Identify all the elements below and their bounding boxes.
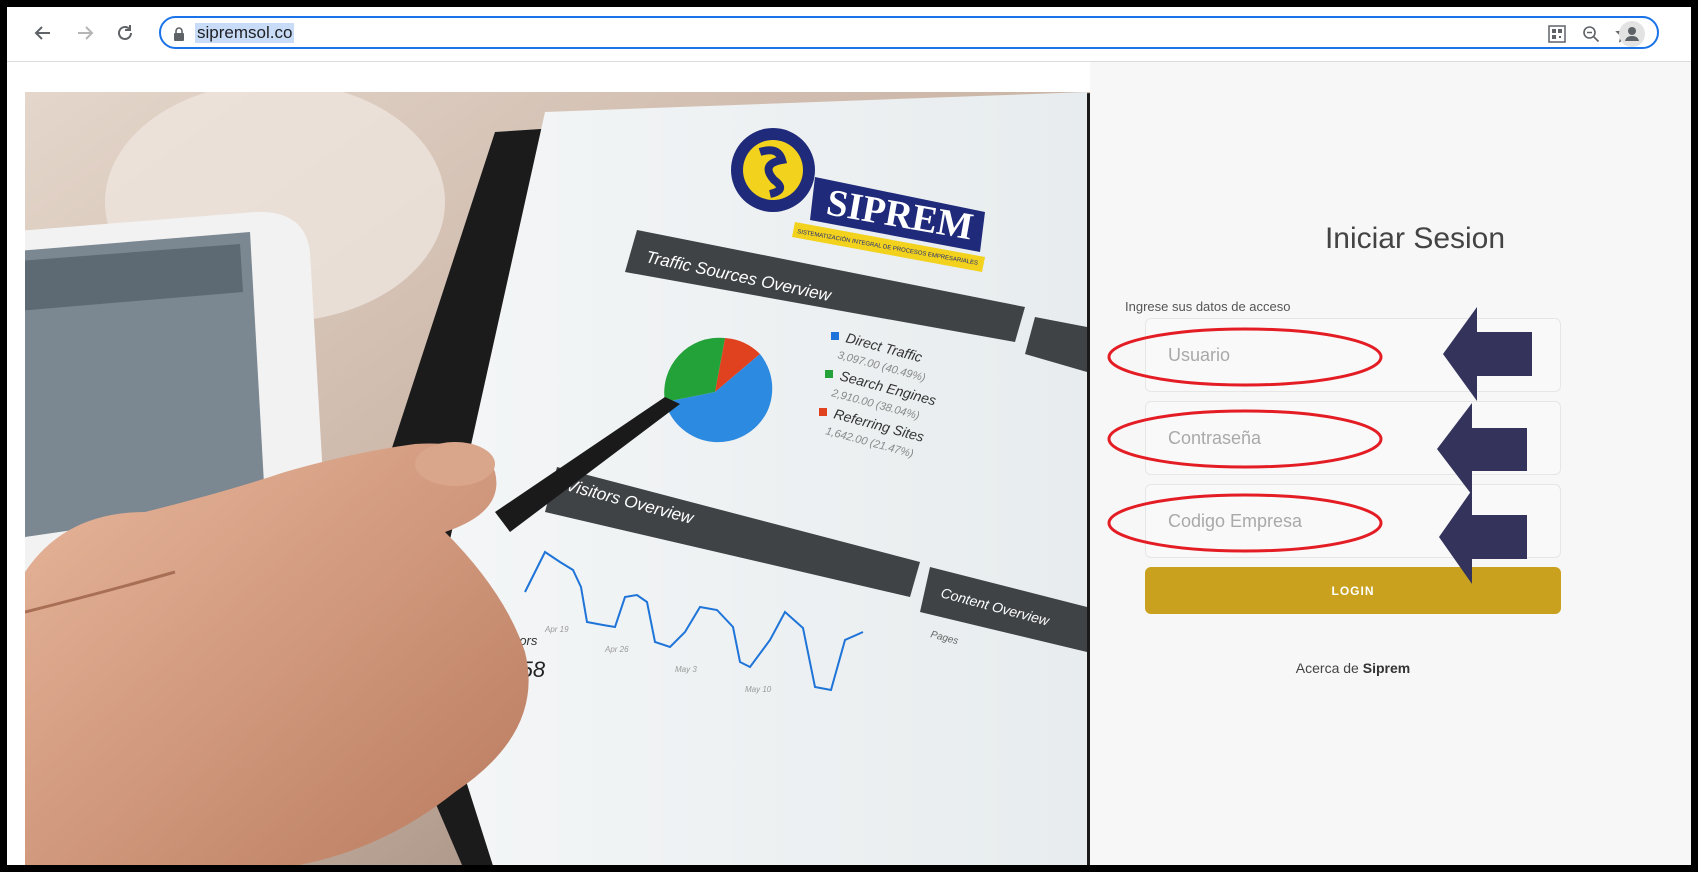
lock-icon[interactable]	[169, 24, 189, 44]
window-frame: sipremsol.co Traffic Sources Overview Vi…	[0, 0, 1698, 872]
company-code-input[interactable]	[1146, 485, 1560, 557]
login-hint: Ingrese sus datos de acceso	[1125, 299, 1291, 314]
login-title: Iniciar Sesion	[1324, 222, 1506, 255]
password-field[interactable]	[1145, 401, 1561, 475]
axis-date: May 10	[745, 685, 772, 694]
about-prefix: Acerca de	[1295, 660, 1359, 676]
username-input[interactable]	[1146, 319, 1560, 391]
zoom-icon[interactable]	[1581, 24, 1601, 44]
axis-date: Apr 26	[604, 645, 629, 654]
profile-avatar-icon[interactable]	[1619, 21, 1645, 47]
browser-toolbar: sipremsol.co	[7, 7, 1691, 62]
qr-code-icon[interactable]	[1547, 24, 1567, 44]
about-brand: Siprem	[1362, 660, 1411, 676]
company-code-field[interactable]	[1145, 484, 1561, 558]
back-arrow-icon[interactable]	[29, 19, 57, 47]
forward-arrow-icon[interactable]	[71, 19, 99, 47]
hero-illustration: Traffic Sources Overview Visitors Overvi…	[25, 92, 1107, 865]
login-panel: Iniciar Sesion Ingrese sus datos de acce…	[1090, 62, 1691, 865]
login-button[interactable]: LOGIN	[1145, 567, 1561, 614]
address-bar[interactable]: sipremsol.co	[159, 16, 1659, 49]
username-field[interactable]	[1145, 318, 1561, 392]
legend-swatch	[831, 332, 839, 340]
reload-icon[interactable]	[111, 19, 139, 47]
hero-image: Traffic Sources Overview Visitors Overvi…	[25, 92, 1107, 865]
password-input[interactable]	[1146, 402, 1560, 474]
legend-swatch	[819, 408, 827, 416]
about-link[interactable]: Acerca de Siprem	[1145, 660, 1561, 676]
axis-date: May 3	[675, 665, 697, 674]
url-text[interactable]: sipremsol.co	[195, 23, 295, 43]
legend-swatch	[825, 370, 833, 378]
axis-date: Apr 19	[544, 625, 569, 634]
